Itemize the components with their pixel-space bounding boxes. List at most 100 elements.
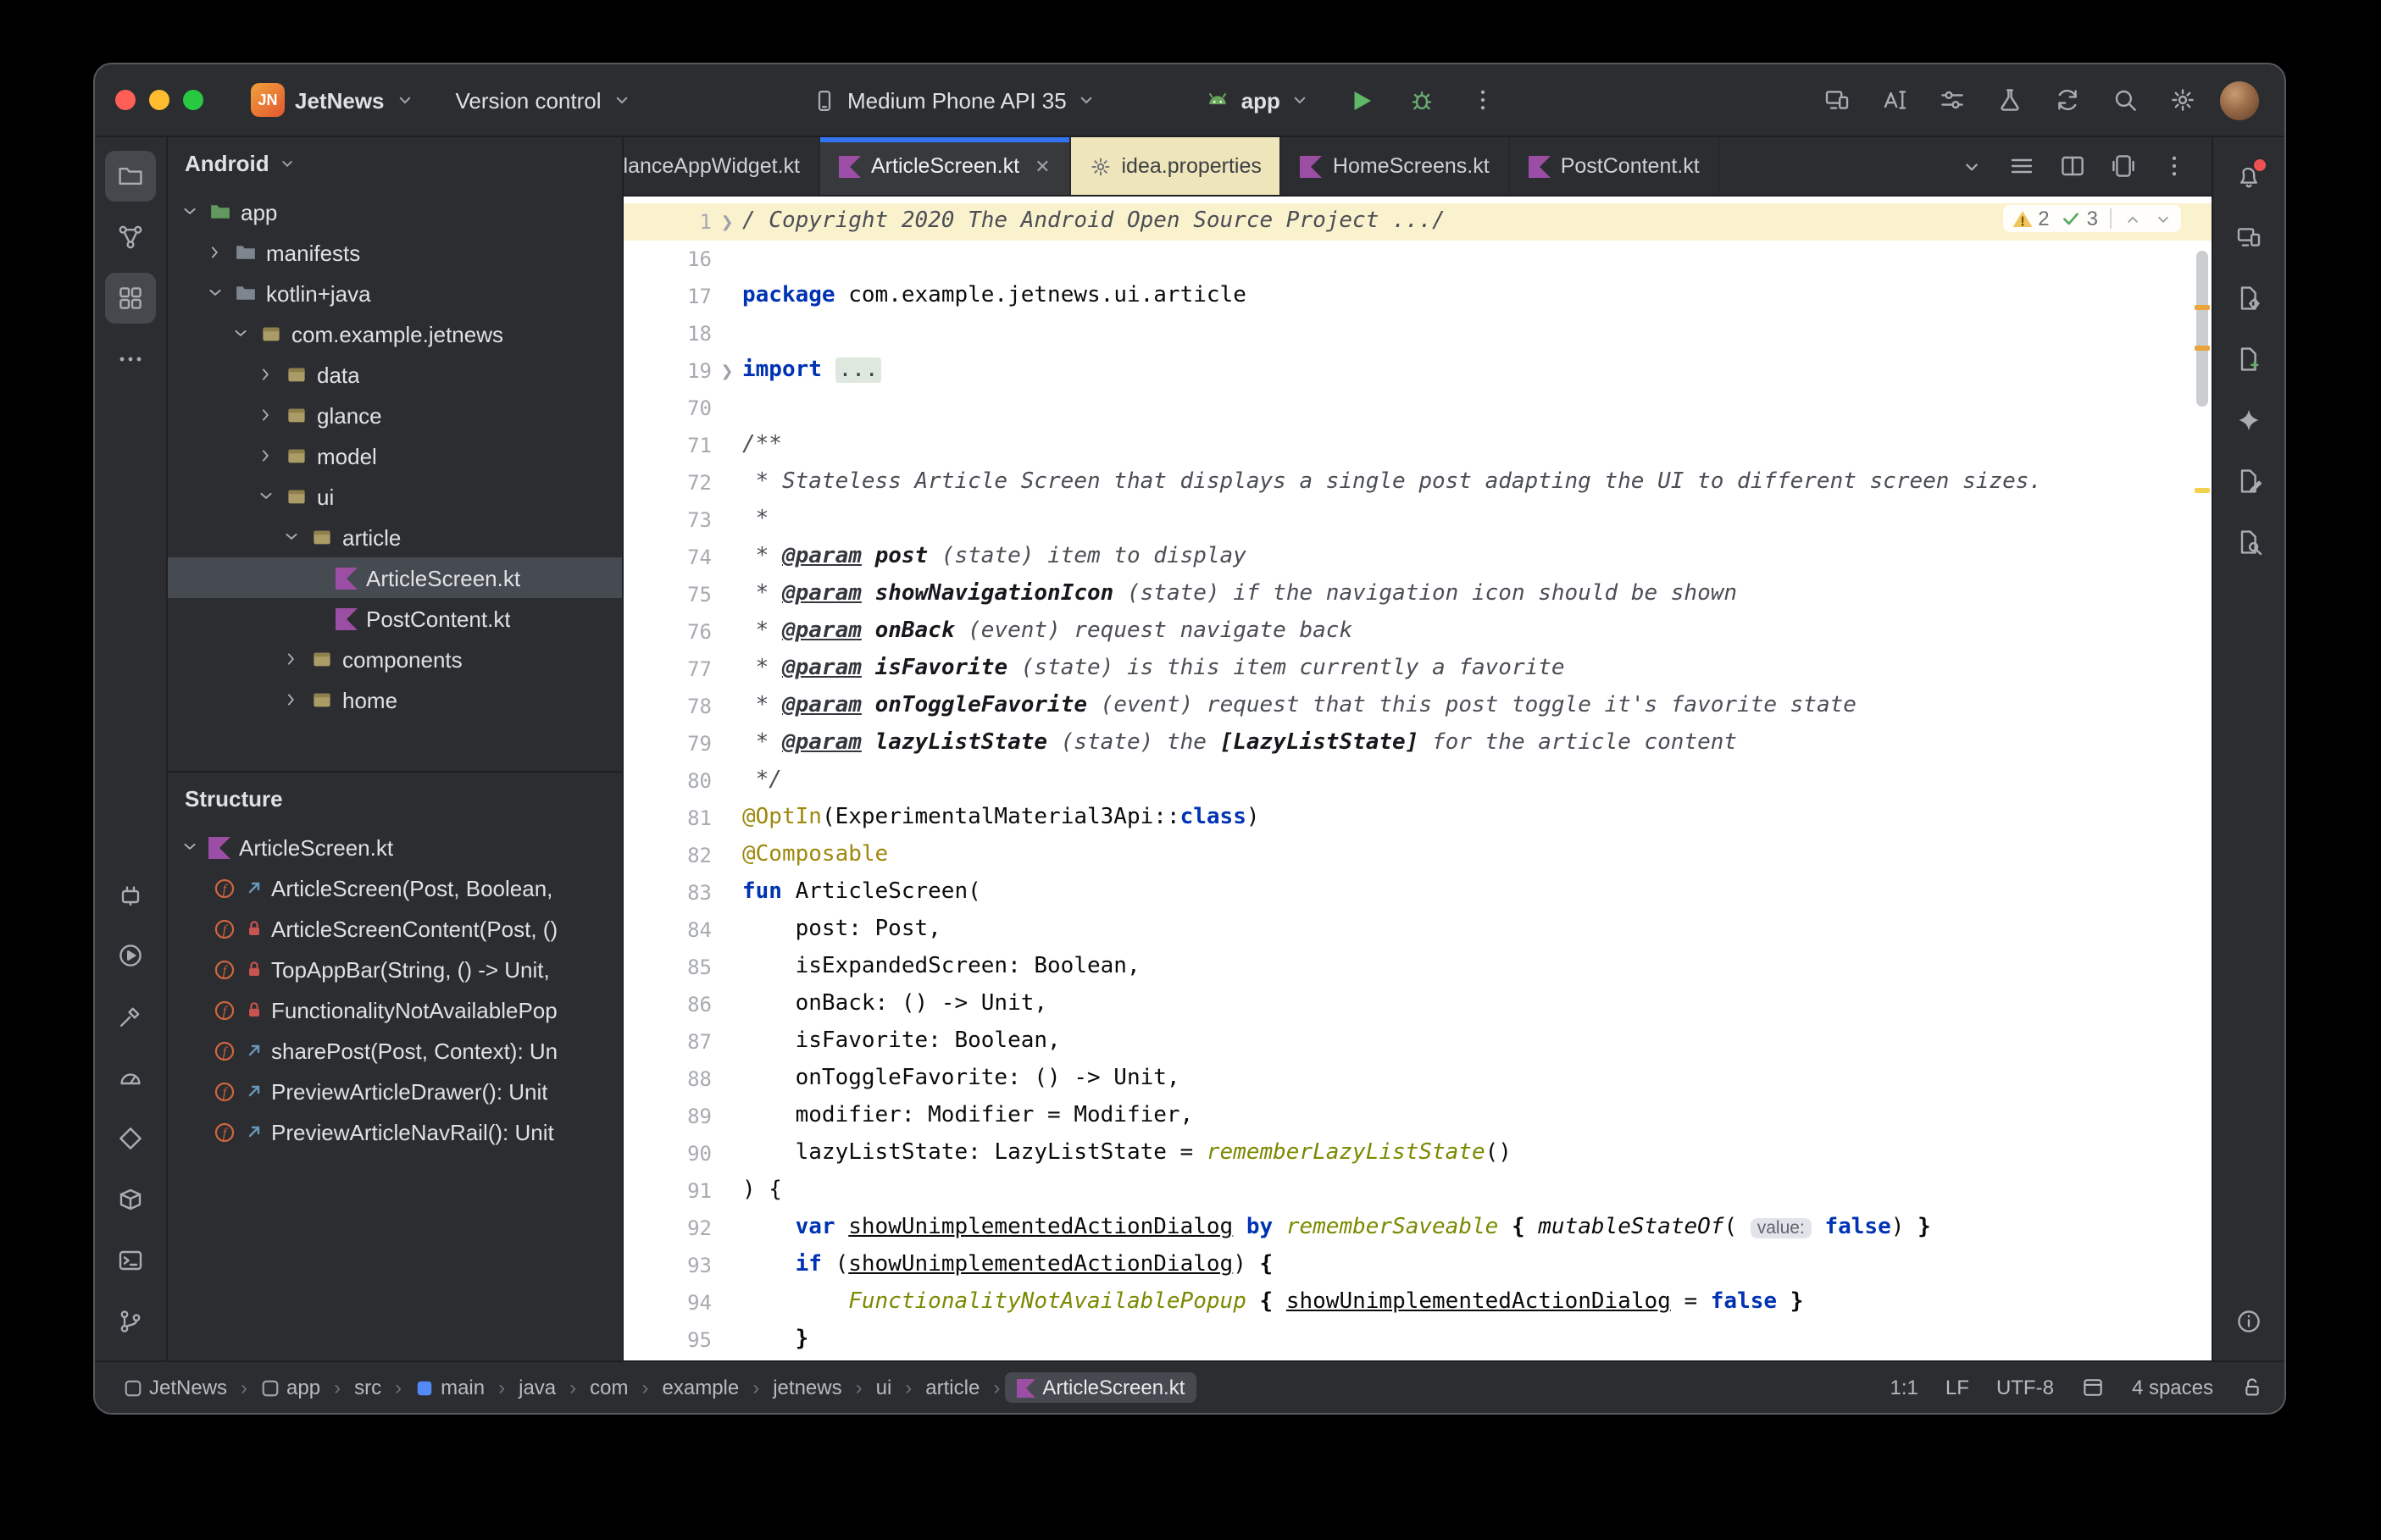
tab-options-button[interactable] [1998,142,2045,190]
code-line-91[interactable]: 91) { [624,1172,2212,1210]
line-number-89[interactable]: 89 [624,1098,712,1135]
line-number-71[interactable]: 71 [624,427,712,464]
expand-arrow-icon[interactable] [254,407,276,424]
code-line-83[interactable]: 83 fun ArticleScreen( [624,874,2212,911]
code-line-81[interactable]: 81 @OptIn(ExperimentalMaterial3Api::class… [624,800,2212,837]
line-number-91[interactable]: 91 [624,1172,712,1210]
breadcrumb-articlescreen-kt[interactable]: ArticleScreen.kt [1005,1372,1197,1403]
code-line-73[interactable]: 73 * [624,501,2212,539]
problems-button[interactable] [2223,1296,2274,1347]
sync-project-button[interactable] [2044,76,2091,124]
code-line-95[interactable]: 95 } [624,1321,2212,1359]
warning-stripe-mark[interactable] [2195,305,2210,310]
run-button[interactable] [1338,76,1385,124]
code-line-78[interactable]: 78 * @param onToggleFavorite (event) req… [624,688,2212,725]
code-line-19[interactable]: 19 ❯ import ... [624,352,2212,390]
inspection-widget[interactable]: 2 3 [2002,205,2181,232]
more-tool-windows-button[interactable] [105,334,156,385]
structure-item-topappbar-string-unit[interactable]: f TopAppBar(String, () -> Unit, [168,949,622,989]
structure-item-articlescreen-post-boolean[interactable]: f ArticleScreen(Post, Boolean, [168,867,622,908]
code-line-87[interactable]: 87 isFavorite: Boolean, [624,1023,2212,1061]
project-item-home[interactable]: home [168,679,622,720]
line-number-77[interactable]: 77 [624,651,712,688]
code-line-17[interactable]: 17 package com.example.jetnews.ui.article [624,278,2212,315]
editor-scrollbar-thumb[interactable] [2196,251,2208,407]
code-line-79[interactable]: 79 * @param lazyListState (state) the [L… [624,725,2212,762]
line-number-74[interactable]: 74 [624,539,712,576]
code-line-18[interactable]: 18 [624,315,2212,352]
line-number-82[interactable]: 82 [624,837,712,874]
fold-marker-icon[interactable]: ❯ [712,362,742,380]
code-line-93[interactable]: 93 if (showUnimplementedActionDialog) { [624,1247,2212,1284]
previous-problem-icon[interactable] [2123,209,2142,228]
collapse-arrow-icon[interactable] [203,285,225,302]
more-actions-button[interactable] [1460,76,1507,124]
line-number-80[interactable]: 80 [624,762,712,800]
resource-manager-button[interactable] [105,273,156,324]
ok-indicator[interactable]: 3 [2062,207,2098,230]
profile-button[interactable] [2217,76,2264,124]
breadcrumb-jetnews[interactable]: jetnews [764,1372,850,1403]
code-line-88[interactable]: 88 onToggleFavorite: () -> Unit, [624,1061,2212,1098]
layout-inspector-button[interactable] [2223,456,2274,507]
structure-item-sharepost-post-context-un[interactable]: f sharePost(Post, Context): Un [168,1030,622,1071]
line-number-83[interactable]: 83 [624,874,712,911]
run-configuration-selector[interactable]: app [1192,80,1324,119]
breadcrumb-src[interactable]: src [346,1372,390,1403]
code-line-74[interactable]: 74 * @param post (state) item to display [624,539,2212,576]
expand-arrow-icon[interactable] [254,366,276,383]
gradle-button[interactable] [2223,273,2274,324]
line-number-94[interactable]: 94 [624,1284,712,1321]
breadcrumb-ui[interactable]: ui [868,1372,901,1403]
line-number-16[interactable]: 16 [624,241,712,278]
run-tool-button[interactable] [105,930,156,981]
breadcrumb-com[interactable]: com [581,1372,636,1403]
close-window-button[interactable] [115,90,136,110]
line-number-79[interactable]: 79 [624,725,712,762]
warning-stripe-mark[interactable] [2195,346,2210,351]
warnings-indicator[interactable]: 2 [2011,207,2050,230]
zoom-window-button[interactable] [183,90,203,110]
encoding-widget[interactable]: UTF-8 [1996,1376,2054,1399]
project-item-model[interactable]: model [168,435,622,476]
line-number-18[interactable]: 18 [624,315,712,352]
code-line-77[interactable]: 77 * @param isFavorite (state) is this i… [624,651,2212,688]
code-line-84[interactable]: 84 post: Post, [624,911,2212,949]
breadcrumb-main[interactable]: main [407,1372,493,1403]
line-number-1[interactable]: 1 [624,203,712,241]
code-line-16[interactable]: 16 [624,241,2212,278]
line-number-84[interactable]: 84 [624,911,712,949]
code-line-89[interactable]: 89 modifier: Modifier = Modifier, [624,1098,2212,1135]
structure-item-previewarticledrawer-unit[interactable]: f PreviewArticleDrawer(): Unit [168,1071,622,1111]
code-line-80[interactable]: 80 */ [624,762,2212,800]
breadcrumb-example[interactable]: example [654,1372,748,1403]
device-selector[interactable]: Medium Phone API 35 [798,80,1111,119]
build-tool-button[interactable] [105,991,156,1042]
project-tool-button[interactable] [105,151,156,202]
code-line-94[interactable]: 94 FunctionalityNotAvailablePopup { show… [624,1284,2212,1321]
project-item-glance[interactable]: glance [168,395,622,435]
vcs-widget[interactable]: Version control [442,80,646,119]
collapse-arrow-icon[interactable] [229,325,251,342]
line-number-90[interactable]: 90 [624,1135,712,1172]
next-problem-icon[interactable] [2154,209,2173,228]
editor-tab-articlescreen-kt[interactable]: ArticleScreen.kt ✕ [820,137,1071,195]
line-number-88[interactable]: 88 [624,1061,712,1098]
code-line-71[interactable]: 71/** [624,427,2212,464]
code-line-75[interactable]: 75 * @param showNavigationIcon (state) i… [624,576,2212,613]
line-number-93[interactable]: 93 [624,1247,712,1284]
commit-tool-button[interactable] [105,212,156,263]
project-item-com-example-jetnews[interactable]: com.example.jetnews [168,313,622,354]
split-editor-button[interactable] [2049,142,2096,190]
structure-item-functionalitynotavailablepop[interactable]: f FunctionalityNotAvailablePop [168,989,622,1030]
code-line-85[interactable]: 85 isExpandedScreen: Boolean, [624,949,2212,986]
app-inspection-button[interactable] [105,1113,156,1164]
code-assistant-button[interactable] [1871,76,1918,124]
search-everywhere-button[interactable] [2101,76,2149,124]
code-line-70[interactable]: 70 [624,390,2212,427]
collapse-arrow-icon[interactable] [280,529,302,546]
structure-root-articlescreen-kt[interactable]: ArticleScreen.kt [168,827,622,867]
project-widget[interactable]: JN JetNews [237,76,429,124]
device-explorer-button[interactable] [105,869,156,920]
breadcrumb-article[interactable]: article [917,1372,988,1403]
